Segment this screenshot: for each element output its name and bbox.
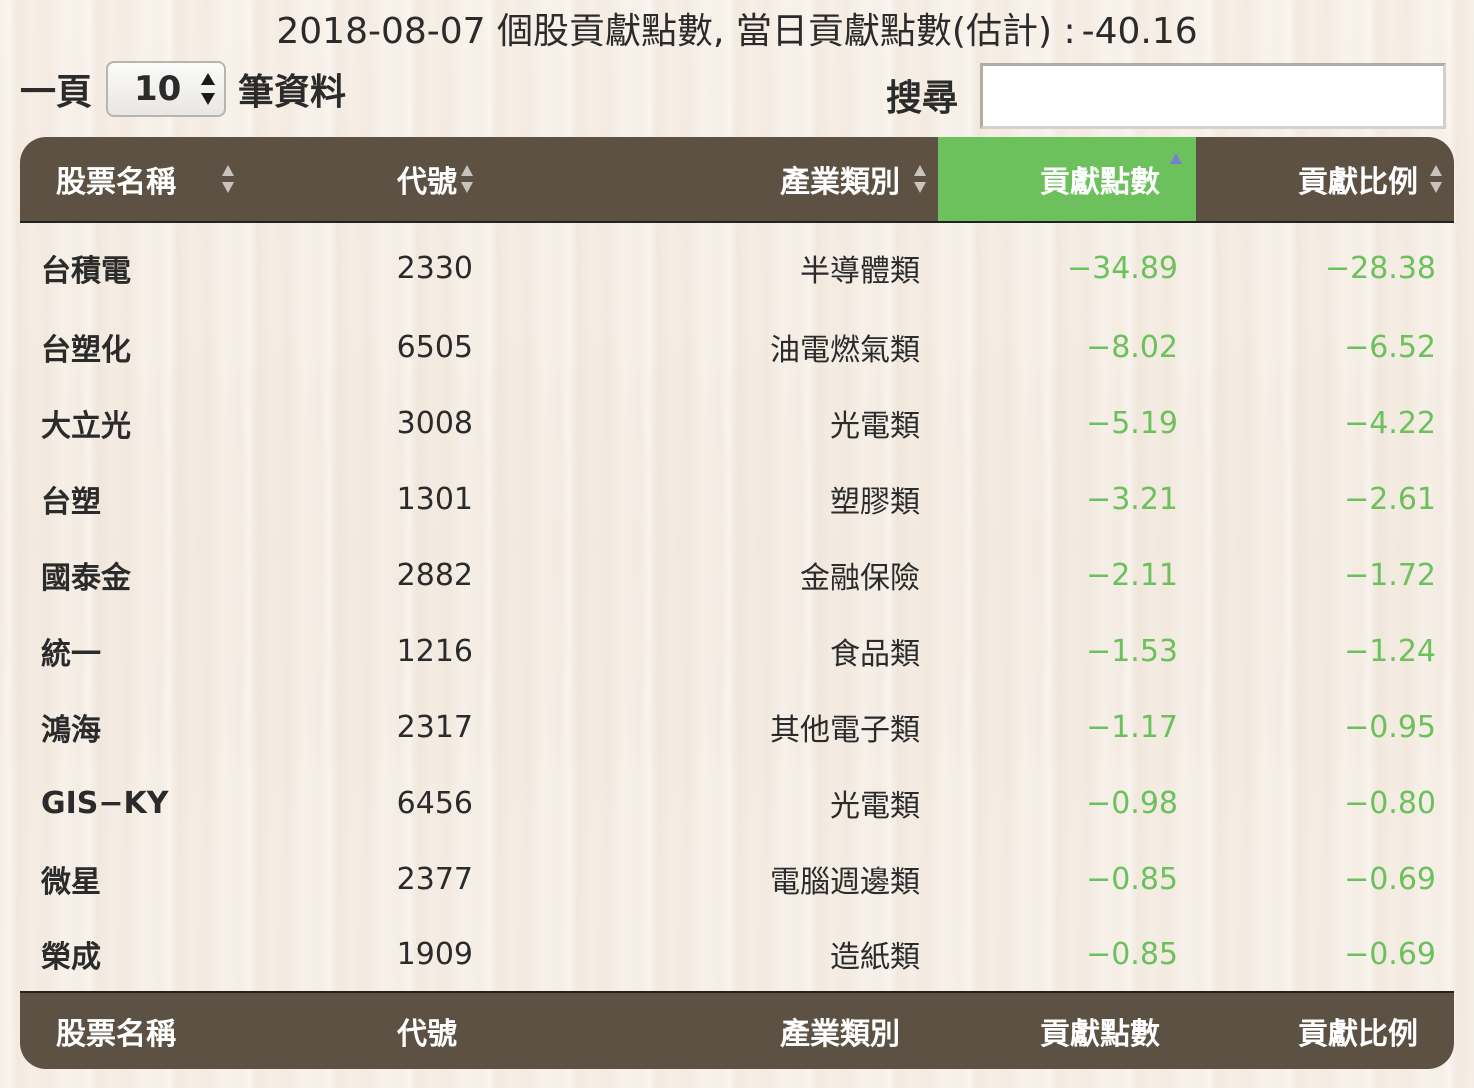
footer-industry: 產業類別: [473, 991, 938, 1069]
sort-both-icon: [914, 165, 926, 193]
sort-both-icon: [1430, 165, 1442, 193]
contribution-points: −0.98: [1086, 785, 1178, 821]
stock-industry: 半導體類: [800, 254, 920, 289]
table-body: 台積電 2330 半導體類 −34.89 −28.38 台塑化 6505 油電燃…: [20, 222, 1454, 992]
stock-industry: 電腦週邊類: [770, 865, 920, 900]
stock-code: 1301: [396, 481, 473, 517]
sort-ascending-icon: [1170, 153, 1182, 165]
contribution-ratio: −28.38: [1324, 250, 1436, 286]
contribution-points: −2.11: [1086, 557, 1178, 593]
select-updown-icon: [200, 72, 216, 106]
stock-industry: 油電燃氣類: [770, 333, 920, 368]
stock-code: 6505: [396, 329, 473, 365]
stock-industry: 塑膠類: [830, 485, 920, 520]
column-header-code[interactable]: 代號: [363, 137, 473, 223]
table-row: 台積電 2330 半導體類 −34.89 −28.38: [20, 222, 1454, 309]
contribution-table: 股票名稱 代號 產業類別 貢獻點數 貢獻比例 台積電 2330 半導體類 −34…: [20, 137, 1454, 1069]
title-text: 2018-08-07 個股貢獻點數, 當日貢獻點數(估計) :: [276, 11, 1076, 52]
contribution-points: −0.85: [1086, 861, 1178, 897]
stock-name: 台塑化: [41, 333, 131, 368]
contribution-ratio: −2.61: [1344, 481, 1436, 517]
page-length-select[interactable]: 10: [106, 61, 227, 117]
contribution-points: −5.19: [1086, 405, 1178, 441]
page-length-control: 一頁 10 筆資料: [20, 60, 346, 118]
table-row: 大立光 3008 光電類 −5.19 −4.22: [20, 385, 1454, 461]
contribution-ratio: −1.24: [1344, 633, 1436, 669]
table-row: 微星 2377 電腦週邊類 −0.85 −0.69: [20, 841, 1454, 917]
stock-code: 1909: [396, 936, 473, 972]
length-suffix-label: 筆資料: [238, 72, 347, 113]
page-length-value: 10: [134, 69, 182, 109]
footer-points: 貢獻點數: [938, 991, 1196, 1069]
stock-name: 微星: [41, 865, 101, 900]
table-row: 台塑化 6505 油電燃氣類 −8.02 −6.52: [20, 309, 1454, 385]
contribution-points: −1.17: [1086, 709, 1178, 745]
table-row: 國泰金 2882 金融保險 −2.11 −1.72: [20, 537, 1454, 613]
contribution-points: −8.02: [1086, 329, 1178, 365]
footer-code: 代號: [363, 991, 473, 1069]
footer-name: 股票名稱: [20, 991, 363, 1069]
contribution-ratio: −4.22: [1344, 405, 1436, 441]
contribution-table-wrapper: 股票名稱 代號 產業類別 貢獻點數 貢獻比例 台積電 2330 半導體類 −34…: [20, 137, 1454, 1069]
stock-name: GIS−KY: [41, 785, 169, 821]
footer-ratio: 貢獻比例: [1196, 991, 1454, 1069]
length-prefix-label: 一頁: [20, 72, 93, 113]
stock-industry: 光電類: [830, 789, 920, 824]
stock-name: 榮成: [41, 940, 101, 975]
stock-name: 大立光: [41, 409, 131, 444]
table-row: 榮成 1909 造紙類 −0.85 −0.69: [20, 917, 1454, 992]
total-score: -40.16: [1081, 11, 1198, 52]
stock-industry: 金融保險: [800, 561, 920, 596]
column-header-points[interactable]: 貢獻點數: [938, 137, 1196, 223]
stock-name: 國泰金: [41, 561, 131, 596]
column-header-industry[interactable]: 產業類別: [473, 137, 938, 223]
search-control: 搜尋: [886, 60, 1447, 132]
stock-code: 2330: [396, 250, 473, 286]
table-footer-row: 股票名稱 代號 產業類別 貢獻點數 貢獻比例: [20, 991, 1454, 1069]
search-label: 搜尋: [886, 78, 959, 119]
stock-name: 台塑: [41, 485, 101, 520]
contribution-points: −1.53: [1086, 633, 1178, 669]
search-input[interactable]: [980, 63, 1447, 129]
contribution-ratio: −0.69: [1344, 936, 1436, 972]
contribution-points: −3.21: [1086, 481, 1178, 517]
stock-name: 統一: [41, 637, 101, 672]
contribution-ratio: −1.72: [1344, 557, 1436, 593]
table-row: 台塑 1301 塑膠類 −3.21 −2.61: [20, 461, 1454, 537]
page-title: 2018-08-07 個股貢獻點數, 當日貢獻點數(估計) : -40.16: [0, 8, 1474, 56]
stock-industry: 光電類: [830, 409, 920, 444]
stock-code: 2317: [396, 709, 473, 745]
contribution-points: −34.89: [1066, 250, 1178, 286]
stock-code: 3008: [396, 405, 473, 441]
stock-name: 鴻海: [41, 713, 101, 748]
stock-industry: 食品類: [830, 637, 920, 672]
contribution-ratio: −0.69: [1344, 861, 1436, 897]
contribution-ratio: −0.95: [1344, 709, 1436, 745]
table-header-row: 股票名稱 代號 產業類別 貢獻點數 貢獻比例: [20, 137, 1454, 223]
contribution-ratio: −6.52: [1344, 329, 1436, 365]
stock-industry: 其他電子類: [770, 713, 920, 748]
column-header-name[interactable]: 股票名稱: [20, 137, 363, 223]
column-header-ratio[interactable]: 貢獻比例: [1196, 137, 1454, 223]
stock-code: 2377: [396, 861, 473, 897]
table-row: GIS−KY 6456 光電類 −0.98 −0.80: [20, 765, 1454, 841]
stock-name: 台積電: [41, 254, 131, 289]
stock-code: 1216: [396, 633, 473, 669]
sort-both-icon: [222, 165, 234, 193]
contribution-ratio: −0.80: [1344, 785, 1436, 821]
table-row: 鴻海 2317 其他電子類 −1.17 −0.95: [20, 689, 1454, 765]
contribution-points: −0.85: [1086, 936, 1178, 972]
stock-industry: 造紙類: [830, 940, 920, 975]
stock-code: 2882: [396, 557, 473, 593]
table-row: 統一 1216 食品類 −1.53 −1.24: [20, 613, 1454, 689]
stock-code: 6456: [396, 785, 473, 821]
